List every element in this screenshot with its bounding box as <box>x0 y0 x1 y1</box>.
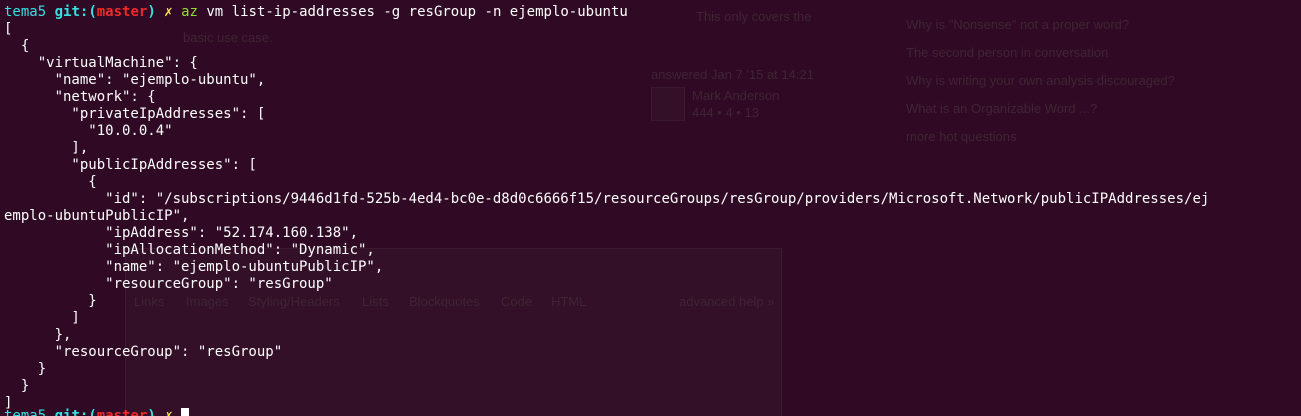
ghost-toolbar-blockquotes: Blockquotes <box>409 294 480 309</box>
output-line: } <box>4 293 97 309</box>
output-line: } <box>4 378 30 394</box>
output-line: "10.0.0.4" <box>4 123 173 139</box>
prompt-paren-close: ) <box>147 4 156 20</box>
output-line: }, <box>4 327 72 343</box>
output-line: "resourceGroup": "resGroup" <box>4 344 283 360</box>
next-prompt-branch: master <box>96 408 148 416</box>
ghost-snippet-1: This only covers the <box>696 9 812 24</box>
next-dirty-status-icon: ✗ <box>164 408 173 416</box>
prompt-branch: master <box>96 4 148 20</box>
output-line: ], <box>4 140 89 156</box>
command-name: az <box>181 4 198 20</box>
ghost-toolbar-html: HTML <box>551 294 587 309</box>
output-line: "publicIpAddresses": [ <box>4 157 257 173</box>
ghost-toolbar-styling: Styling/Headers <box>248 294 340 309</box>
ghost-user: Mark Anderson <box>692 88 780 103</box>
output-line: "privateIpAddresses": [ <box>4 106 266 122</box>
ghost-toolbar-code: Code <box>501 294 533 309</box>
output-line: [ <box>4 21 13 37</box>
output-line: "id": "/subscriptions/9446d1fd-525b-4ed4… <box>4 191 1210 207</box>
output-line: "name": "ejemplo-ubuntuPublicIP", <box>4 259 384 275</box>
ghost-avatar <box>651 87 685 121</box>
output-line: } <box>4 361 47 377</box>
output-line: emplo-ubuntuPublicIP", <box>4 208 190 224</box>
ghost-advanced-help: advanced help » <box>679 294 775 309</box>
terminal-window[interactable]: This only covers the basic use case. Why… <box>0 0 1301 416</box>
command-args: vm list-ip-addresses -g resGroup -n ejem… <box>206 4 628 20</box>
prompt-git-label: git: <box>54 4 89 20</box>
prompt-paren-open: ( <box>88 4 97 20</box>
output-line: "name": "ejemplo-ubuntu", <box>4 72 266 88</box>
ghost-toolbar-links: Links <box>134 294 165 309</box>
ghost-toolbar-images: Images <box>186 294 229 309</box>
next-prompt-paren-close: ) <box>147 408 156 416</box>
prompt-line: tema5 git:(master) ✗ az vm list-ip-addre… <box>4 4 628 21</box>
output-line: "ipAllocationMethod": "Dynamic", <box>4 242 375 258</box>
ghost-link-4: What is an Organizable Word ...? <box>906 101 1098 116</box>
text-cursor <box>181 408 190 416</box>
next-prompt-directory: tema5 <box>4 408 47 416</box>
next-prompt-line[interactable]: tema5 git:(master) ✗ <box>4 408 190 416</box>
prompt-directory: tema5 <box>4 4 47 20</box>
ghost-link-2: The second person in conversation <box>906 45 1109 60</box>
output-line: "ipAddress": "52.174.160.138", <box>4 225 359 241</box>
ghost-toolbar-lists: Lists <box>362 294 389 309</box>
ghost-answered: answered Jan 7 '15 at 14:21 <box>651 67 814 82</box>
ghost-link-3: Why is writing your own analysis discour… <box>906 73 1175 88</box>
output-line: "resourceGroup": "resGroup" <box>4 276 333 292</box>
output-line: ] <box>4 310 80 326</box>
ghost-rep: 444 • 4 • 13 <box>692 105 759 120</box>
output-line: "network": { <box>4 89 156 105</box>
next-prompt-git-label: git: <box>54 408 89 416</box>
output-line: { <box>4 38 30 54</box>
output-line: "virtualMachine": { <box>4 55 198 71</box>
ghost-link-1: Why is "Nonsense" not a proper word? <box>906 17 1130 32</box>
output-line: { <box>4 174 97 190</box>
dirty-status-icon: ✗ <box>164 4 173 20</box>
ghost-link-5: more hot questions <box>906 129 1017 144</box>
ghost-snippet-2: basic use case. <box>183 30 273 45</box>
next-prompt-paren-open: ( <box>88 408 97 416</box>
